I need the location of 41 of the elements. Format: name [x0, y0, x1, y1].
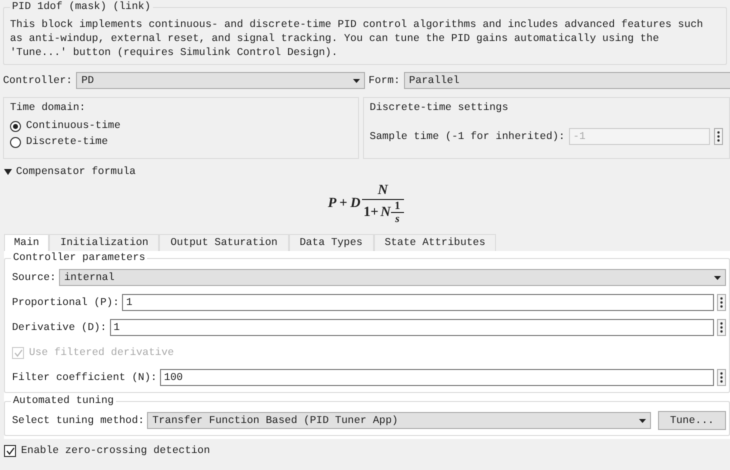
- controller-dropdown[interactable]: PD: [76, 72, 364, 89]
- controller-label: Controller:: [3, 74, 72, 86]
- vertical-dots-icon: [717, 131, 720, 142]
- field-label: Proportional (P):: [12, 296, 120, 308]
- tuning-method-label: Select tuning method:: [12, 414, 144, 426]
- tab[interactable]: Main: [4, 234, 50, 251]
- options-button[interactable]: [717, 319, 726, 336]
- panel-title: Time domain:: [10, 102, 87, 114]
- form-dropdown[interactable]: Parallel: [404, 72, 730, 89]
- tuning-method-dropdown[interactable]: Transfer Function Based (PID Tuner App): [147, 412, 651, 429]
- radio-option[interactable]: Continuous-time: [10, 120, 121, 132]
- source-dropdown[interactable]: internal: [59, 269, 726, 286]
- options-button[interactable]: [717, 369, 726, 386]
- field-label: Derivative (D):: [12, 322, 107, 334]
- compensator-toggle[interactable]: Compensator formula: [4, 166, 136, 178]
- vertical-dots-icon: [720, 297, 723, 308]
- block-description: This block implements continuous- and discrete-time PID control algorithms and includes advanced features such as anti-windup, external reset, and signal tracking. You can tune the PID gains automatically using the 'Tune...' button (requires Simulink Control Design).: [10, 18, 704, 60]
- vertical-dots-icon: [720, 372, 723, 383]
- tab[interactable]: Data Types: [288, 234, 374, 251]
- form-label: Form:: [368, 74, 400, 86]
- block-title: PID 1dof (mask) (link): [10, 1, 153, 13]
- tab[interactable]: Output Saturation: [159, 234, 289, 251]
- tab[interactable]: State Attributes: [374, 234, 496, 251]
- vertical-dots-icon: [720, 322, 723, 333]
- group-title: Controller parameters: [11, 252, 148, 264]
- parameter-field[interactable]: 100: [160, 369, 714, 386]
- caret-icon: [352, 78, 360, 82]
- field-label: Filter coefficient (N):: [12, 372, 157, 384]
- source-label: Source:: [12, 272, 56, 284]
- tab[interactable]: Initialization: [49, 234, 160, 251]
- caret-icon: [639, 418, 646, 422]
- group-title: Automated tuning: [11, 395, 116, 407]
- options-button[interactable]: [714, 128, 723, 145]
- parameter-field[interactable]: 1: [110, 319, 714, 336]
- tune-button[interactable]: Tune...: [658, 411, 726, 430]
- panel-title: Discrete-time settings: [370, 102, 510, 114]
- field-label: Sample time (-1 for inherited):: [370, 130, 565, 142]
- options-button[interactable]: [717, 294, 726, 311]
- caret-icon: [714, 276, 721, 280]
- parameter-field[interactable]: 1: [122, 294, 714, 311]
- radio-option[interactable]: Discrete-time: [10, 136, 108, 148]
